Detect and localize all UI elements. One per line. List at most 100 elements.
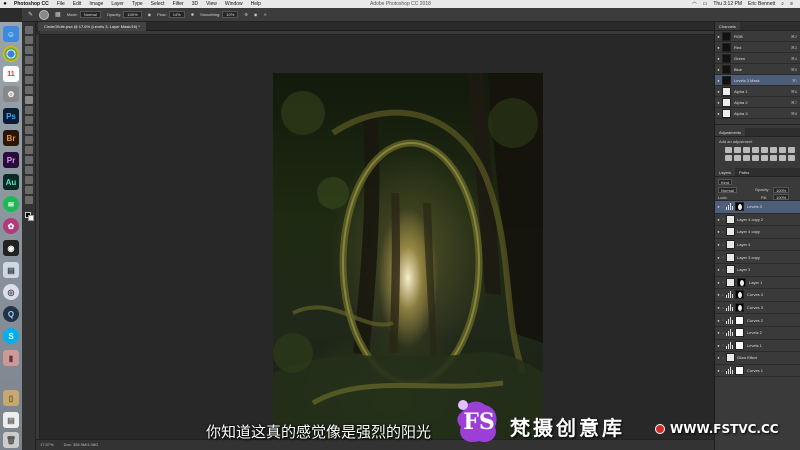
eye-icon[interactable]: ● xyxy=(715,242,722,247)
eye-icon[interactable]: ● xyxy=(715,229,722,234)
brush-tool-button[interactable] xyxy=(25,96,33,104)
skype-icon[interactable]: S xyxy=(3,328,19,344)
hand-tool-icon[interactable] xyxy=(25,196,33,204)
posterize-adjustment-icon[interactable] xyxy=(761,155,768,161)
curves-adjustment-icon[interactable] xyxy=(743,147,750,153)
layer-mask-thumbnail[interactable] xyxy=(735,366,744,376)
hue-saturation-adjustment-icon[interactable] xyxy=(770,147,777,153)
pressure-size-icon[interactable]: ◉ xyxy=(254,12,258,17)
tab-adjustments[interactable]: Adjustments xyxy=(715,128,746,136)
eye-icon[interactable]: ● xyxy=(715,111,722,116)
layer-row[interactable]: ● ∞ Layer 1 xyxy=(715,277,800,290)
menu-app-name[interactable]: Photoshop CC xyxy=(10,0,53,8)
blend-mode-select[interactable]: Normal xyxy=(718,187,737,193)
channel-row[interactable]: ● Levels 3 Mask ⌘\ xyxy=(715,75,800,86)
layer-mask-thumbnail[interactable] xyxy=(735,202,744,212)
pressure-opacity-icon[interactable]: ◉ xyxy=(148,12,152,17)
menu-window[interactable]: Window xyxy=(221,0,247,8)
layer-mask-thumbnail[interactable] xyxy=(735,290,744,300)
tab-paths[interactable]: Paths xyxy=(735,168,753,176)
crop-tool-icon[interactable] xyxy=(25,66,33,74)
eye-icon[interactable]: ● xyxy=(715,267,722,272)
eye-icon[interactable]: ● xyxy=(715,292,722,297)
tab-channels[interactable]: Channels xyxy=(715,22,740,30)
airbrush-icon[interactable]: ✱ xyxy=(191,12,194,17)
disk-utility-icon[interactable]: ◎ xyxy=(3,284,19,300)
eye-icon[interactable]: ● xyxy=(715,318,722,323)
trash-icon[interactable]: 🗑 xyxy=(3,432,19,448)
menu-file[interactable]: File xyxy=(53,0,69,8)
apple-icon[interactable]: ● xyxy=(0,0,10,8)
eye-icon[interactable]: ● xyxy=(715,368,722,373)
fill-input[interactable]: 100% xyxy=(773,194,790,200)
exposure-adjustment-icon[interactable] xyxy=(752,147,759,153)
wifi-icon[interactable]: ◠ xyxy=(689,0,699,8)
canvas-area[interactable] xyxy=(40,35,714,439)
calendar-icon[interactable]: 11 xyxy=(3,66,19,82)
threshold-adjustment-icon[interactable] xyxy=(770,155,777,161)
color-lookup-adjustment-icon[interactable] xyxy=(743,155,750,161)
quick-select-tool-icon[interactable] xyxy=(25,56,33,64)
premiere-icon[interactable]: Pr xyxy=(3,152,19,168)
eye-icon[interactable]: ● xyxy=(715,355,722,360)
layer-mask-thumbnail[interactable] xyxy=(737,277,746,287)
channel-row[interactable]: ● Alpha 3 ⌘8 xyxy=(715,108,800,119)
eye-icon[interactable]: ● xyxy=(715,255,722,260)
mode-select[interactable]: Normal xyxy=(79,11,101,18)
shape-tool-icon[interactable] xyxy=(25,186,33,194)
eraser-tool-icon[interactable] xyxy=(25,126,33,134)
channel-row[interactable]: ● RGB ⌘2 xyxy=(715,31,800,42)
user-name[interactable]: Eric Bennett xyxy=(745,0,778,8)
menu-type[interactable]: Type xyxy=(128,0,147,8)
spotify-icon[interactable]: ≋ xyxy=(3,196,19,212)
eye-icon[interactable]: ● xyxy=(715,305,722,310)
menu-image[interactable]: Image xyxy=(85,0,107,8)
brush-tool-icon[interactable]: ✎ xyxy=(28,11,33,18)
search-icon[interactable]: ⌕ xyxy=(778,0,787,8)
menu-layer[interactable]: Layer xyxy=(107,0,128,8)
menu-edit[interactable]: Edit xyxy=(69,0,86,8)
selective-color-adjustment-icon[interactable] xyxy=(788,155,795,161)
brush-panel-icon[interactable]: ▦ xyxy=(55,11,61,18)
channel-row[interactable]: ● Green ⌘4 xyxy=(715,53,800,64)
gear-icon[interactable]: ⚙ xyxy=(244,12,248,17)
document-icon[interactable]: ▤ xyxy=(3,412,19,428)
history-brush-tool-icon[interactable] xyxy=(25,116,33,124)
type-tool-icon[interactable] xyxy=(25,166,33,174)
smoothing-input[interactable]: 10% xyxy=(222,11,239,18)
layer-row[interactable]: ● ∞ Glow Effect xyxy=(715,352,800,365)
eye-icon[interactable]: ● xyxy=(715,45,722,50)
flow-input[interactable]: 14% xyxy=(168,11,185,18)
layer-row[interactable]: ● ∞ Levels 3 xyxy=(715,201,800,214)
layer-row[interactable]: ● ∞ Layer 4 xyxy=(715,239,800,252)
pen-tool-icon[interactable] xyxy=(25,156,33,164)
menu-list-icon[interactable]: ≡ xyxy=(787,0,796,8)
eye-icon[interactable]: ● xyxy=(715,67,722,72)
forest-photo[interactable] xyxy=(273,73,543,439)
menu-3d[interactable]: 3D xyxy=(188,0,202,8)
quicktime-icon[interactable]: Q xyxy=(3,306,19,322)
notes-icon[interactable]: ▮ xyxy=(3,350,19,366)
channel-row[interactable]: ● Alpha 1 ⌘6 xyxy=(715,86,800,97)
levels-adjustment-icon[interactable] xyxy=(734,147,741,153)
channel-row[interactable]: ● Blue ⌘5 xyxy=(715,64,800,75)
layer-row[interactable]: ● ∞ Layer 3 copy xyxy=(715,251,800,264)
eye-icon[interactable]: ● xyxy=(715,204,722,209)
layer-mask-thumbnail[interactable] xyxy=(735,303,744,313)
layer-mask-thumbnail[interactable] xyxy=(735,328,744,338)
layer-row[interactable]: ● ∞ Curves 4 xyxy=(715,289,800,302)
clone-stamp-tool-icon[interactable] xyxy=(25,106,33,114)
app-icon-dark[interactable]: ◉ xyxy=(3,240,19,256)
battery-icon[interactable]: ▭ xyxy=(700,0,711,8)
brightness-adjustment-icon[interactable] xyxy=(725,147,732,153)
menu-view[interactable]: View xyxy=(202,0,221,8)
symmetry-icon[interactable]: ⚛ xyxy=(263,12,267,17)
folder-icon[interactable]: ▯ xyxy=(3,390,19,406)
layer-row[interactable]: ● ∞ Levels 2 xyxy=(715,327,800,340)
finder-icon[interactable]: ☺ xyxy=(3,26,19,42)
eye-icon[interactable]: ● xyxy=(715,100,722,105)
audition-icon[interactable]: Au xyxy=(3,174,19,190)
layer-kind-filter[interactable]: Kind xyxy=(718,179,733,185)
layer-mask-thumbnail[interactable] xyxy=(735,315,744,325)
system-preferences-icon[interactable]: ⚙ xyxy=(3,86,19,102)
